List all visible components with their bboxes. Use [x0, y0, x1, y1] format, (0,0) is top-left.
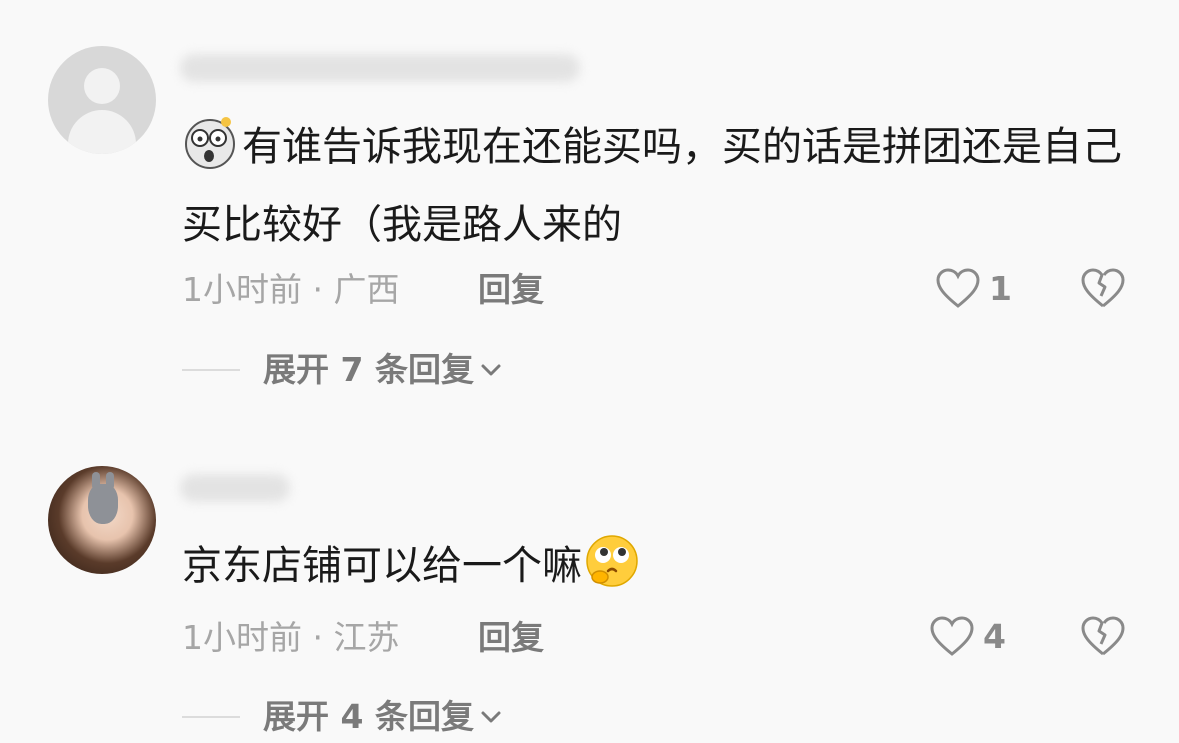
chevron-down-icon: [481, 364, 501, 376]
like-button[interactable]: 4: [929, 614, 1006, 658]
comment-text: 京东店铺可以给一个嘛: [182, 527, 1142, 605]
broken-heart-icon[interactable]: [1080, 614, 1126, 658]
chevron-down-icon: [481, 711, 501, 723]
divider-line: [182, 369, 240, 371]
heart-icon: [930, 616, 974, 656]
avatar[interactable]: [48, 466, 156, 574]
reply-button[interactable]: 回复: [478, 270, 544, 310]
comment-body: 京东店铺可以给一个嘛: [182, 543, 582, 589]
heart-icon: [936, 268, 980, 308]
like-count: 1: [989, 268, 1012, 308]
avatar-default-head: [84, 68, 120, 104]
expand-replies-label: 展开 7 条回复: [263, 350, 474, 389]
comment-text: 有谁告诉我现在还能买吗，买的话是拼团还是自己买比较好（我是路人来的: [182, 108, 1142, 264]
avatar-default-body: [68, 110, 136, 154]
thinking-pleading-face-icon: [586, 535, 638, 587]
expand-replies-button[interactable]: 展开 4 条回复: [263, 697, 502, 737]
reply-button[interactable]: 回复: [478, 618, 544, 658]
comment-time-location: 1小时前 · 江苏: [182, 618, 400, 657]
like-button[interactable]: 1: [935, 266, 1012, 310]
like-count: 4: [983, 616, 1006, 656]
avatar-toy: [88, 484, 118, 524]
comment-time-location: 1小时前 · 广西: [182, 270, 400, 309]
comment-list: 有谁告诉我现在还能买吗，买的话是拼团还是自己买比较好（我是路人来的 1小时前 ·…: [0, 0, 1179, 743]
username-blurred[interactable]: [180, 474, 290, 502]
username-blurred[interactable]: [180, 54, 580, 82]
avatar[interactable]: [48, 46, 156, 154]
expand-replies-button[interactable]: 展开 7 条回复: [263, 350, 502, 390]
shocked-face-icon: [185, 117, 235, 169]
comment-body: 有谁告诉我现在还能买吗，买的话是拼团还是自己买比较好（我是路人来的: [182, 124, 1122, 248]
expand-replies-label: 展开 4 条回复: [263, 697, 474, 736]
broken-heart-icon[interactable]: [1080, 266, 1126, 310]
divider-line: [182, 716, 240, 718]
